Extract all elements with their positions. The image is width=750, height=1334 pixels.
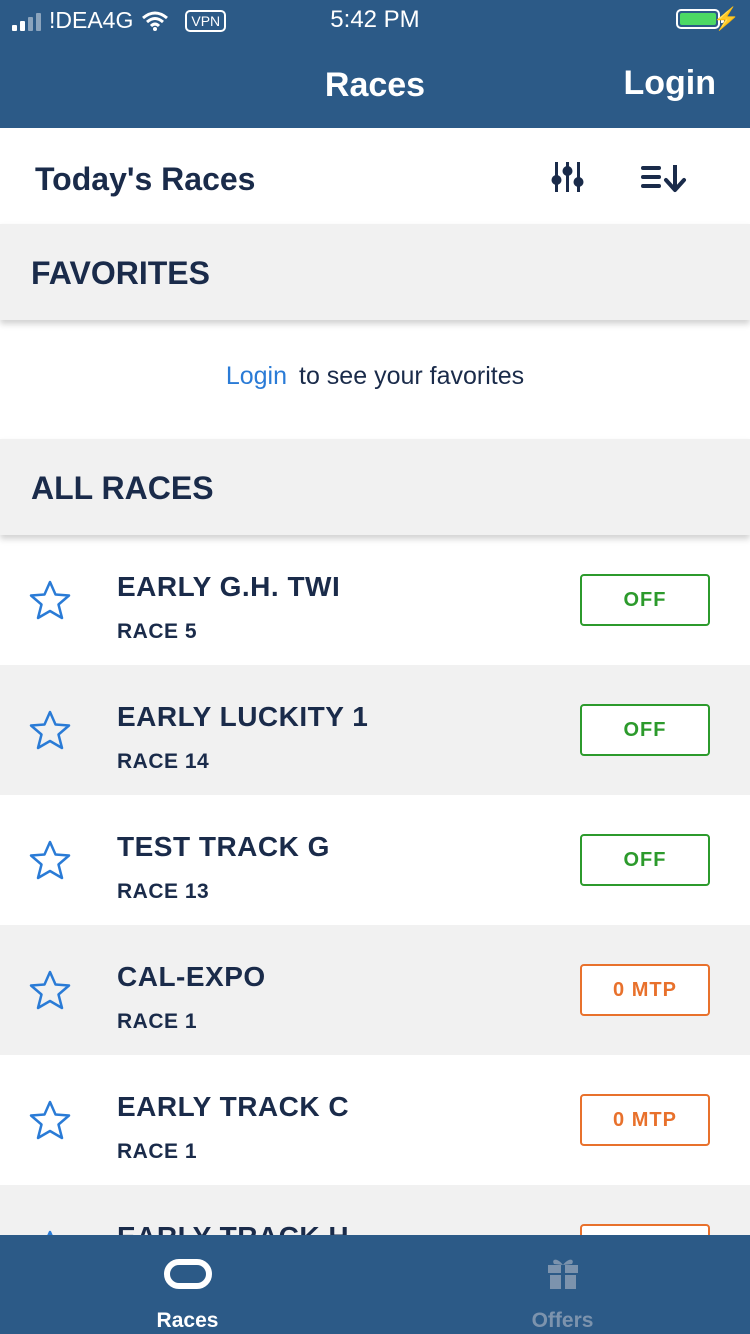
- track-name: EARLY G.H. TWI: [117, 571, 341, 602]
- races-tab-icon: [164, 1259, 212, 1289]
- favorite-star-icon[interactable]: [28, 839, 72, 881]
- race-row[interactable]: EARLY LUCKITY 1 RACE 14 OFF: [0, 665, 750, 795]
- track-name: TEST TRACK G: [117, 831, 330, 862]
- race-number: RACE 13: [117, 880, 210, 903]
- subheader: Today's Races: [0, 128, 750, 224]
- race-number: RACE 1: [117, 1140, 198, 1163]
- race-row[interactable]: EARLY TRACK C RACE 1 0 MTP: [0, 1055, 750, 1185]
- favorite-star-icon[interactable]: [28, 709, 72, 751]
- favorites-login-message: Login to see your favorites: [0, 362, 750, 391]
- favorite-star-icon[interactable]: [28, 579, 72, 621]
- tab-bar: Races Offers: [0, 1235, 750, 1334]
- tab-races[interactable]: Races: [0, 1235, 375, 1334]
- status-time: 5:42 PM: [330, 6, 420, 33]
- tab-races-label: Races: [156, 1309, 219, 1332]
- track-name: EARLY TRACK C: [117, 1091, 350, 1122]
- race-row[interactable]: TEST TRACK G RACE 13 OFF: [0, 795, 750, 925]
- track-name: CAL-EXPO: [117, 961, 266, 992]
- todays-races-title: Today's Races: [35, 161, 256, 197]
- tab-offers[interactable]: Offers: [375, 1235, 750, 1334]
- race-status-badge: [580, 1224, 710, 1235]
- favorites-section-header: FAVORITES: [0, 224, 750, 320]
- race-status-badge: 0 MTP: [580, 964, 710, 1016]
- race-status-badge: OFF: [580, 704, 710, 756]
- race-number: RACE 1: [117, 1010, 198, 1033]
- race-status-badge: OFF: [580, 574, 710, 626]
- favorites-login-link[interactable]: Login: [226, 362, 287, 390]
- favorites-title: FAVORITES: [31, 255, 210, 291]
- race-status-badge: OFF: [580, 834, 710, 886]
- races-list: EARLY G.H. TWI RACE 5 OFF EARLY LUCKITY …: [0, 535, 750, 1235]
- race-number: RACE 5: [117, 620, 198, 643]
- track-name: EARLY LUCKITY 1: [117, 701, 369, 732]
- race-status-badge: 0 MTP: [580, 1094, 710, 1146]
- sort-icon[interactable]: [639, 163, 689, 193]
- gift-icon: [548, 1259, 578, 1289]
- race-row[interactable]: CAL-EXPO RACE 1 0 MTP: [0, 925, 750, 1055]
- all-races-section-header: ALL RACES: [0, 439, 750, 535]
- charging-icon: ⚡: [712, 6, 740, 31]
- tab-offers-label: Offers: [531, 1309, 594, 1332]
- race-number: RACE 14: [117, 750, 210, 773]
- track-name: EARLY TRACK H: [117, 1221, 349, 1235]
- favorites-message-text: to see your favorites: [299, 362, 525, 390]
- favorite-star-icon[interactable]: [28, 1099, 72, 1141]
- login-button[interactable]: Login: [623, 64, 716, 103]
- status-bar: !DEA4G VPN 5:42 PM ⚡: [0, 0, 750, 40]
- race-row[interactable]: EARLY TRACK H: [0, 1185, 750, 1235]
- app-header: !DEA4G VPN 5:42 PM ⚡ Races Login: [0, 0, 750, 128]
- all-races-title: ALL RACES: [31, 470, 214, 506]
- race-row[interactable]: EARLY G.H. TWI RACE 5 OFF: [0, 535, 750, 665]
- filter-icon[interactable]: [551, 160, 585, 194]
- favorite-star-icon[interactable]: [28, 969, 72, 1011]
